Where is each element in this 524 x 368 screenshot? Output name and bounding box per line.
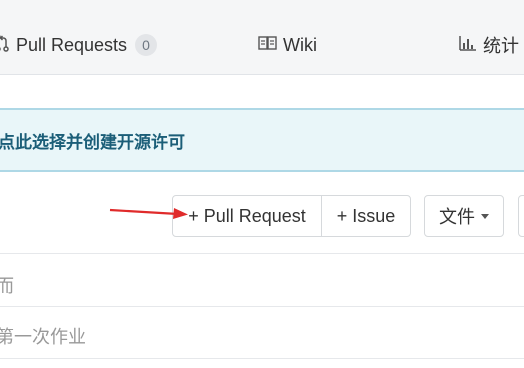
list-bottom-divider [0, 358, 524, 359]
list-row-divider [0, 306, 524, 307]
file-list-item[interactable]: 第一次作业 [0, 323, 86, 349]
tab-wiki-label: Wiki [283, 34, 317, 55]
file-list-header: 而 [0, 276, 14, 296]
new-issue-label: + Issue [336, 205, 396, 226]
more-button[interactable] [518, 195, 524, 237]
new-pull-request-button[interactable]: + Pull Request [172, 195, 322, 237]
repo-tab-bar: Pull Requests 0 Wiki 统计 [0, 0, 524, 75]
list-top-divider [0, 253, 524, 254]
book-icon [258, 35, 277, 56]
new-issue-button[interactable]: + Issue [321, 195, 411, 237]
tab-stats-label: 统计 [483, 36, 519, 56]
license-banner[interactable]: 点此选择并创建开源许可 [0, 108, 524, 172]
pull-requests-count-badge: 0 [135, 34, 158, 56]
caret-down-icon [481, 213, 489, 219]
tab-pull-requests[interactable]: Pull Requests 0 [0, 28, 158, 62]
tab-stats[interactable]: 统计 [459, 28, 519, 62]
tab-pull-requests-label: Pull Requests [16, 34, 128, 55]
red-arrow-annotation [109, 208, 188, 219]
pull-request-icon [0, 34, 10, 57]
license-banner-link[interactable]: 点此选择并创建开源许可 [0, 128, 185, 153]
repo-page: Pull Requests 0 Wiki 统计 点此选择并创建开源许可 + Pu… [0, 0, 524, 368]
new-pull-request-label: + Pull Request [188, 205, 306, 226]
bar-chart-icon [459, 35, 477, 56]
files-dropdown-button[interactable]: 文件 [424, 195, 504, 237]
tab-wiki[interactable]: Wiki [258, 28, 317, 62]
files-dropdown-label: 文件 [439, 207, 475, 227]
